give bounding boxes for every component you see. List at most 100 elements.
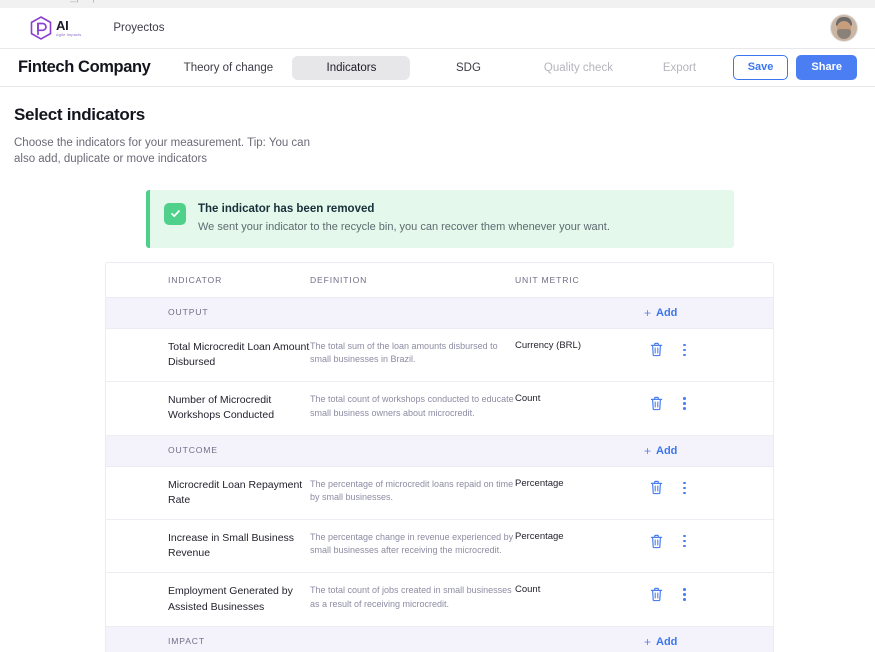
cell-indicator-name: Total Microcredit Loan Amount Disbursed (168, 340, 310, 368)
more-options-icon[interactable] (679, 395, 690, 412)
main-content: Select indicators Choose the indicators … (0, 87, 875, 652)
avatar[interactable] (831, 15, 857, 41)
page-title: Select indicators (14, 105, 145, 124)
plus-icon: + (644, 443, 652, 458)
section-def-spacer (310, 298, 515, 328)
banner-description: We sent your indicator to the recycle bi… (198, 220, 610, 233)
table-row[interactable]: Total Microcredit Loan Amount Disbursed T… (106, 329, 773, 383)
save-button[interactable]: Save (732, 55, 789, 80)
delete-icon[interactable] (650, 587, 663, 602)
more-options-icon[interactable] (679, 342, 690, 359)
add-indicator-button[interactable]: + Add (644, 445, 773, 457)
cell-actions (650, 329, 773, 381)
dot (683, 539, 686, 543)
row-actions (650, 531, 773, 550)
delete-icon[interactable] (650, 396, 663, 411)
plus-icon: + (644, 305, 652, 320)
row-actions (650, 393, 773, 412)
cell-actions (650, 382, 773, 434)
hexagon-logo-icon (30, 16, 52, 40)
delete-icon[interactable] (650, 342, 663, 357)
cell-definition: The total count of workshops conducted t… (310, 394, 514, 418)
logo-tagline: Agile Impacts (56, 32, 82, 37)
cell-definition: The percentage change in revenue experie… (310, 531, 514, 556)
delete-icon[interactable] (650, 534, 663, 549)
section-add-cell: + Add (644, 298, 773, 328)
logo-name: AI (56, 18, 69, 33)
cell-unit-metric: Percentage (515, 530, 564, 542)
plus-icon: + (644, 634, 652, 649)
dot (683, 486, 686, 490)
nav-link-proyectos[interactable]: Proyectos (113, 22, 164, 34)
nav-actions: Save Share (732, 55, 857, 80)
add-label: Add (656, 306, 678, 319)
app-logo[interactable]: AI Agile Impacts (30, 16, 81, 40)
cell-unit-metric: Currency (BRL) (515, 339, 581, 351)
dot (683, 588, 686, 591)
dot (683, 348, 686, 352)
tab-indicators[interactable]: Indicators (292, 55, 411, 80)
delete-icon[interactable] (650, 480, 663, 495)
table-row[interactable]: Number of Microcredit Workshops Conducte… (106, 382, 773, 436)
cell-definition: The total count of jobs created in small… (310, 585, 512, 609)
banner-text: The indicator has been removed We sent y… (198, 202, 610, 233)
row-drag-handle[interactable] (106, 520, 168, 572)
dot (683, 598, 686, 601)
dot (683, 402, 686, 405)
add-indicator-button[interactable]: + Add (644, 307, 773, 319)
share-button[interactable]: Share (796, 55, 857, 80)
row-drag-handle[interactable] (106, 382, 168, 434)
section-unit-spacer (515, 436, 650, 466)
header-indicator: INDICATOR (168, 274, 223, 285)
cell-actions (650, 467, 773, 519)
cell-actions (650, 520, 773, 572)
cell-unit-metric: Percentage (515, 477, 564, 489)
more-options-icon[interactable] (679, 586, 690, 603)
table-row[interactable]: Increase in Small Business Revenue The pe… (106, 520, 773, 574)
indicators-table: INDICATOR DEFINITION UNIT METRIC OUTPUT +… (105, 261, 774, 652)
tab-quality-check[interactable]: Quality check (526, 56, 630, 80)
cell-indicator-name: Microcredit Loan Repayment Rate (168, 478, 303, 506)
banner-title: The indicator has been removed (198, 202, 375, 215)
cell-indicator-name: Employment Generated by Assisted Busines… (168, 585, 293, 613)
header-handle-spacer (106, 263, 168, 297)
cell-definition: The total sum of the loan amounts disbur… (310, 340, 498, 365)
browser-tab-title: indicadores_paqueteria (14, 0, 128, 3)
row-drag-handle[interactable] (106, 573, 168, 625)
more-options-icon[interactable] (679, 480, 690, 497)
tab-sdg[interactable]: SDG (424, 56, 512, 80)
section-add-cell: + Add (644, 436, 773, 466)
logo-wordmark: AI Agile Impacts (56, 19, 81, 37)
header-actions-spacer (650, 263, 773, 297)
table-row[interactable]: Employment Generated by Assisted Busines… (106, 573, 773, 627)
table-row[interactable]: Microcredit Loan Repayment Rate The perce… (106, 467, 773, 520)
page-title-company: Fintech Company (18, 58, 151, 76)
add-label: Add (656, 635, 678, 648)
section-def-spacer (310, 436, 515, 466)
section-header-impact: IMPACT + Add (106, 626, 773, 652)
dot (683, 544, 686, 548)
success-banner: The indicator has been removed We sent y… (146, 189, 734, 248)
nav-tabs: Theory of change Indicators SDG Quality … (172, 55, 716, 80)
dot (683, 481, 686, 485)
workspace-nav-bar: Fintech Company Theory of change Indicat… (0, 49, 875, 87)
cell-unit-metric: Count (515, 393, 541, 405)
dot (683, 343, 686, 347)
header-unit-metric: UNIT METRIC (515, 274, 580, 285)
tab-theory-of-change[interactable]: Theory of change (172, 56, 284, 80)
row-drag-handle[interactable] (106, 467, 168, 519)
add-indicator-button[interactable]: + Add (644, 636, 773, 648)
cell-definition: The percentage of microcredit loans repa… (310, 478, 514, 503)
top-bar: AI Agile Impacts Proyectos (0, 8, 875, 49)
browser-chrome-strip: indicadores_paqueteria (0, 0, 875, 8)
dot (683, 593, 686, 596)
dot (683, 353, 686, 357)
row-drag-handle[interactable] (106, 329, 168, 381)
more-options-icon[interactable] (679, 533, 690, 550)
header-definition: DEFINITION (310, 274, 368, 285)
check-icon (164, 202, 186, 225)
section-unit-spacer (515, 627, 650, 652)
cell-unit-metric: Count (515, 584, 541, 596)
tab-export[interactable]: Export (642, 56, 716, 80)
cell-indicator-name: Number of Microcredit Workshops Conducte… (168, 394, 275, 422)
